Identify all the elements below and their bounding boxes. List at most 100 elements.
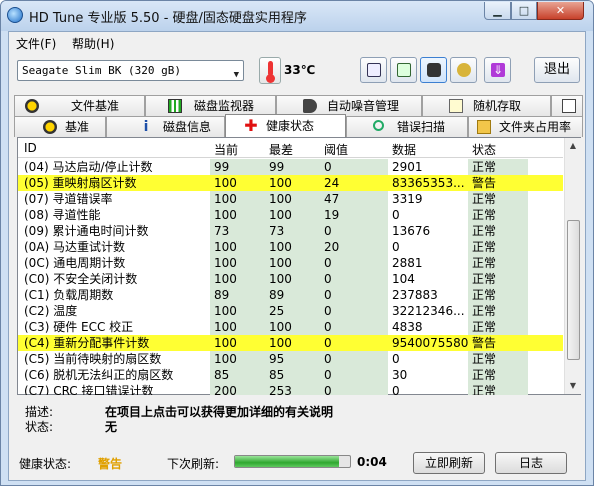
smart-table: ID 当前 最差 阈值 数据 状态 (04) 马达启动/停止计数 99 99 0 290…	[17, 137, 581, 395]
table-row[interactable]: (C1) 负载周期数 89 89 0 237883 正常	[18, 287, 563, 303]
table-row[interactable]: (07) 寻道错误率 100 100 47 3319 正常	[18, 191, 563, 207]
cell-worst: 100	[265, 319, 320, 335]
refresh-now-button[interactable]: 立即刷新	[413, 452, 485, 474]
cell-worst: 89	[265, 287, 320, 303]
table-row[interactable]: (C3) 硬件 ECC 校正 100 100 0 4838 正常	[18, 319, 563, 335]
cell-cur: 100	[210, 303, 265, 319]
cell-th: 24	[324, 176, 340, 190]
cell-data: 0	[392, 384, 400, 395]
cell-status: 正常	[468, 367, 528, 383]
tab-error-scan[interactable]: 错误扫描	[346, 116, 468, 137]
scroll-down-icon[interactable]: ▼	[565, 378, 581, 394]
table-row[interactable]: (C5) 当前待映射的扇区数 100 95 0 0 正常	[18, 351, 563, 367]
cell-cur: 99	[210, 159, 265, 175]
cell-th: 0	[324, 336, 332, 350]
minimize-button[interactable]: ▁	[484, 2, 511, 20]
benchmark-icon	[43, 120, 57, 134]
cell-status: 正常	[468, 223, 528, 239]
title-bar[interactable]: HD Tune 专业版 5.50 - 硬盘/固态硬盘实用程序 ▁ □ ✕	[1, 1, 593, 31]
col-worst[interactable]: 最差	[269, 141, 293, 158]
save-button[interactable]: ⇓	[484, 57, 511, 83]
cell-cur: 100	[210, 239, 265, 255]
table-row[interactable]: (0C) 通电周期计数 100 100 0 2881 正常	[18, 255, 563, 271]
cell-id: (C2) 温度	[24, 304, 78, 318]
table-row[interactable]: (09) 累计通电时间计数 73 73 0 13676 正常	[18, 223, 563, 239]
scroll-thumb[interactable]	[567, 220, 580, 360]
table-row[interactable]: (05) 重映射扇区计数 100 100 24 83365353... 警告	[18, 175, 563, 191]
table-row[interactable]: (C7) CRC 接口错误计数 200 253 0 0 正常	[18, 383, 563, 395]
options-button[interactable]	[450, 57, 477, 83]
tab-benchmark[interactable]: 基准	[14, 116, 106, 137]
cell-status: 正常	[468, 287, 528, 303]
tab-random-access[interactable]: 随机存取	[422, 95, 551, 116]
cell-status: 正常	[468, 383, 528, 395]
cell-cur: 100	[210, 191, 265, 207]
cell-worst: 100	[265, 239, 320, 255]
cell-status: 正常	[468, 351, 528, 367]
col-status[interactable]: 状态	[472, 141, 496, 158]
copy-info-button[interactable]	[360, 57, 387, 83]
table-row[interactable]: (C0) 不安全关闭计数 100 100 0 104 正常	[18, 271, 563, 287]
cell-cur: 100	[210, 255, 265, 271]
cell-data: 13676	[392, 224, 431, 238]
tab-disk-monitor[interactable]: 磁盘监视器	[145, 95, 276, 116]
scroll-up-icon[interactable]: ▲	[565, 138, 581, 154]
cell-id: (C7) CRC 接口错误计数	[24, 384, 154, 395]
table-row[interactable]: (04) 马达启动/停止计数 99 99 0 2901 正常	[18, 159, 563, 175]
tab-file-benchmark[interactable]: 文件基准	[14, 95, 145, 116]
table-row[interactable]: (08) 寻道性能 100 100 19 0 正常	[18, 207, 563, 223]
col-data[interactable]: 数据	[392, 141, 416, 158]
table-row[interactable]: (C6) 脱机无法纠正的扇区数 85 85 0 30 正常	[18, 367, 563, 383]
tab-noise-management[interactable]: 自动噪音管理	[276, 95, 422, 116]
col-threshold[interactable]: 阈值	[324, 141, 348, 158]
copy-all-icon	[397, 63, 411, 77]
cell-status: 正常	[468, 255, 528, 271]
menu-file[interactable]: 文件(F)	[16, 35, 56, 52]
table-row[interactable]: (C4) 重新分配事件计数 100 100 0 9540075580 警告	[18, 335, 563, 351]
speaker-icon	[303, 99, 317, 113]
cell-id: (C4) 重新分配事件计数	[24, 336, 150, 350]
window-title: HD Tune 专业版 5.50 - 硬盘/固态硬盘实用程序	[29, 11, 307, 26]
copy-all-button[interactable]	[390, 57, 417, 83]
cell-data: 2901	[392, 160, 423, 174]
tab-disk-info[interactable]: i 磁盘信息	[106, 116, 225, 137]
refresh-progress-bar	[234, 455, 351, 468]
cell-data: 2881	[392, 256, 423, 270]
cell-th: 0	[320, 287, 388, 303]
close-button[interactable]: ✕	[537, 2, 584, 20]
col-current[interactable]: 当前	[214, 141, 238, 158]
drive-select[interactable]: Seagate Slim BK (320 gB) ▼	[17, 60, 244, 81]
cell-worst: 100	[265, 271, 320, 287]
maximize-button[interactable]: □	[511, 2, 537, 20]
cell-th: 19	[320, 207, 388, 223]
tab-folder-usage[interactable]: 文件夹占用率	[468, 116, 583, 137]
cell-th: 0	[320, 159, 388, 175]
download-arrow-icon: ⇓	[491, 63, 505, 77]
cell-status: 正常	[468, 159, 528, 175]
cell-cur: 100	[210, 207, 265, 223]
extra-icon	[562, 99, 576, 113]
table-row[interactable]: (C2) 温度 100 25 0 32212346... 正常	[18, 303, 563, 319]
tab-extra[interactable]	[551, 95, 583, 116]
cell-id: (C5) 当前待映射的扇区数	[24, 352, 162, 366]
vertical-scrollbar[interactable]: ▲ ▼	[564, 138, 581, 394]
menu-help[interactable]: 帮助(H)	[72, 35, 114, 52]
cell-data: 9540075580	[392, 336, 468, 350]
cell-status: 正常	[468, 271, 528, 287]
tab-health[interactable]: ✚ 健康状态	[225, 114, 346, 137]
tab-label: 基准	[65, 120, 90, 134]
table-body: (04) 马达启动/停止计数 99 99 0 2901 正常 (05) 重映射扇区计数 100…	[18, 159, 563, 395]
menu-bar: 文件(F) 帮助(H)	[9, 32, 585, 52]
tab-label: 错误扫描	[397, 120, 446, 134]
screenshot-button[interactable]	[420, 57, 447, 83]
log-button[interactable]: 日志	[495, 452, 567, 474]
cell-data: 0	[392, 240, 400, 254]
folder-icon	[477, 120, 491, 134]
cell-id: (0C) 通电周期计数	[24, 256, 126, 270]
table-row[interactable]: (0A) 马达重试计数 100 100 20 0 正常	[18, 239, 563, 255]
cell-worst: 100	[265, 255, 320, 271]
exit-button[interactable]: 退出	[534, 57, 580, 83]
col-id[interactable]: ID	[24, 141, 37, 155]
cell-id: (0A) 马达重试计数	[24, 240, 126, 254]
info-icon: i	[143, 119, 149, 135]
